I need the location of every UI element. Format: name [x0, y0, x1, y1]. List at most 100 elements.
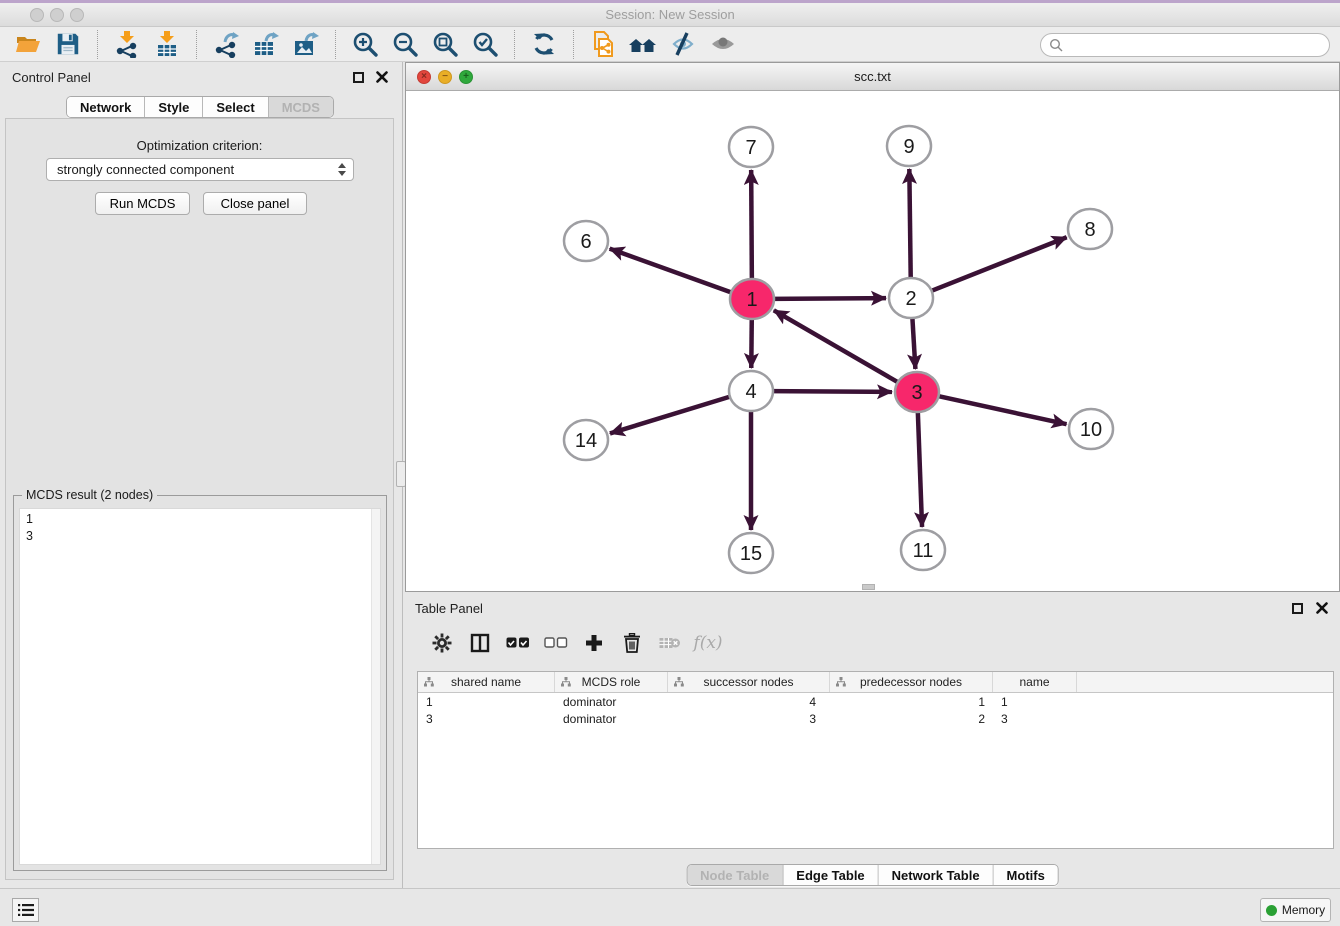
graph-edge-3-10[interactable]: [938, 396, 1067, 424]
graph-node-8[interactable]: 8: [1068, 209, 1112, 249]
tab-mcds[interactable]: MCDS: [269, 97, 333, 117]
result-scrollbar[interactable]: [371, 509, 380, 864]
table-cell[interactable]: 3: [418, 710, 555, 727]
memory-button[interactable]: Memory: [1260, 898, 1331, 922]
hide-selected-icon[interactable]: [663, 29, 703, 60]
graph-node-11[interactable]: 11: [901, 530, 945, 570]
refresh-network-icon[interactable]: [524, 29, 564, 60]
close-panel-button[interactable]: Close panel: [203, 192, 307, 215]
optimization-criterion-label: Optimization criterion:: [6, 138, 393, 153]
graph-node-6[interactable]: 6: [564, 221, 608, 261]
delete-columns-icon[interactable]: [613, 626, 651, 660]
graph-node-7[interactable]: 7: [729, 127, 773, 167]
close-panel-icon[interactable]: [376, 71, 388, 83]
network-graph-canvas[interactable]: 7 9 6 8 1 2 4 3 14 10 15 11: [406, 91, 1339, 591]
network-window-title: scc.txt: [406, 69, 1339, 84]
export-network-icon[interactable]: [206, 29, 246, 60]
toolbar-separator: [514, 30, 515, 59]
table-cell[interactable]: 1: [830, 693, 993, 710]
graph-node-3[interactable]: 3: [895, 372, 939, 412]
tab-node-table[interactable]: Node Table: [687, 865, 783, 885]
table-cell[interactable]: 4: [668, 693, 830, 710]
duplicate-network-icon[interactable]: [583, 29, 623, 60]
table-row[interactable]: 3dominator323: [418, 710, 1333, 727]
network-view-window: × − + scc.txt 7968124314101511: [405, 62, 1340, 592]
table-cell[interactable]: 3: [993, 710, 1077, 727]
graph-edge-4-3[interactable]: [772, 391, 892, 392]
export-table-icon[interactable]: [246, 29, 286, 60]
tab-network[interactable]: Network: [67, 97, 145, 117]
table-cell[interactable]: 3: [668, 710, 830, 727]
optimization-criterion-select[interactable]: strongly connected component: [46, 158, 354, 181]
tab-style[interactable]: Style: [145, 97, 203, 117]
graph-edge-2-8[interactable]: [931, 237, 1067, 291]
table-row[interactable]: 1dominator411: [418, 693, 1333, 710]
float-table-panel-icon[interactable]: [1292, 603, 1303, 614]
delete-table-icon[interactable]: [651, 626, 689, 660]
table-cell[interactable]: dominator: [555, 693, 668, 710]
task-history-button[interactable]: [12, 898, 39, 922]
column-header-predecessor-nodes[interactable]: predecessor nodes: [830, 672, 993, 692]
zoom-out-icon[interactable]: [385, 29, 425, 60]
graph-edge-2-3[interactable]: [912, 317, 915, 369]
import-table-icon[interactable]: [147, 29, 187, 60]
tab-select[interactable]: Select: [203, 97, 268, 117]
float-panel-icon[interactable]: [353, 72, 364, 83]
open-session-icon[interactable]: [8, 29, 48, 60]
graph-node-9[interactable]: 9: [887, 126, 931, 166]
save-session-icon[interactable]: [48, 29, 88, 60]
graph-edge-1-6[interactable]: [610, 249, 733, 293]
graph-node-1[interactable]: 1: [730, 279, 774, 319]
table-cell[interactable]: 1: [993, 693, 1077, 710]
search-field[interactable]: [1040, 33, 1330, 57]
search-input[interactable]: [1068, 38, 1329, 53]
svg-text:2: 2: [905, 288, 916, 310]
graph-node-14[interactable]: 14: [564, 420, 608, 460]
column-header-mcds-role[interactable]: MCDS role: [555, 672, 668, 692]
graph-edge-2-9[interactable]: [909, 169, 910, 279]
table-cell[interactable]: 1: [418, 693, 555, 710]
graph-edge-1-7[interactable]: [751, 170, 752, 280]
column-header-shared-name[interactable]: shared name: [418, 672, 555, 692]
zoom-fit-icon[interactable]: [425, 29, 465, 60]
mcds-result-textarea[interactable]: 1 3: [19, 508, 381, 865]
network-hscroll-handle[interactable]: [862, 584, 875, 590]
select-all-checkboxes-icon[interactable]: [499, 626, 537, 660]
table-cell[interactable]: dominator: [555, 710, 668, 727]
function-builder-icon[interactable]: f(x): [689, 626, 727, 660]
graph-node-4[interactable]: 4: [729, 371, 773, 411]
column-header-successor-nodes[interactable]: successor nodes: [668, 672, 830, 692]
export-image-icon[interactable]: [286, 29, 326, 60]
svg-text:1: 1: [746, 289, 757, 311]
add-column-icon[interactable]: [575, 626, 613, 660]
column-header-name[interactable]: name: [993, 672, 1077, 692]
tab-motifs[interactable]: Motifs: [994, 865, 1058, 885]
run-mcds-button[interactable]: Run MCDS: [95, 192, 190, 215]
first-neighbors-icon[interactable]: [623, 29, 663, 60]
svg-text:10: 10: [1080, 419, 1102, 441]
dropdown-stepper-icon: [338, 163, 346, 176]
mcds-result-text: 1 3: [26, 511, 366, 862]
tab-edge-table[interactable]: Edge Table: [783, 865, 878, 885]
mcds-tab-content: Optimization criterion: strongly connect…: [5, 118, 394, 880]
show-all-icon[interactable]: [703, 29, 743, 60]
graph-edge-1-4[interactable]: [751, 318, 752, 368]
close-table-panel-icon[interactable]: [1316, 602, 1328, 614]
graph-node-15[interactable]: 15: [729, 533, 773, 573]
graph-edge-3-1[interactable]: [774, 310, 899, 382]
graph-node-2[interactable]: 2: [889, 278, 933, 318]
table-cell[interactable]: 2: [830, 710, 993, 727]
zoom-selected-icon[interactable]: [465, 29, 505, 60]
graph-edge-4-14[interactable]: [610, 396, 731, 433]
graph-edge-1-2[interactable]: [773, 298, 886, 299]
split-view-icon[interactable]: [461, 626, 499, 660]
tab-network-table[interactable]: Network Table: [879, 865, 994, 885]
import-network-icon[interactable]: [107, 29, 147, 60]
zoom-in-icon[interactable]: [345, 29, 385, 60]
table-panel-tabs: Node Table Edge Table Network Table Moti…: [686, 864, 1059, 886]
toolbar-separator: [335, 30, 336, 59]
graph-node-10[interactable]: 10: [1069, 409, 1113, 449]
graph-edge-3-11[interactable]: [918, 411, 922, 527]
table-options-gear-icon[interactable]: [423, 626, 461, 660]
deselect-all-checkboxes-icon[interactable]: [537, 626, 575, 660]
